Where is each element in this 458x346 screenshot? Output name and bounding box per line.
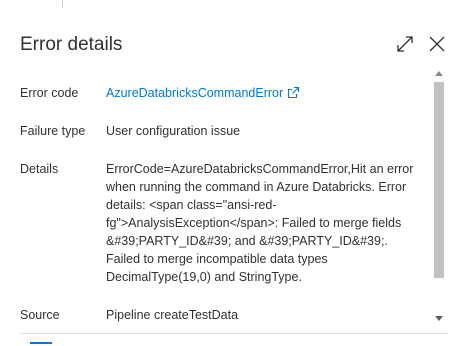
expand-diagonal-icon: [397, 36, 413, 52]
scroll-down-button[interactable]: [432, 312, 446, 326]
caret-down-icon: [435, 316, 443, 321]
error-details-content: Error code AzureDatabricksCommandError F…: [20, 66, 428, 326]
caret-up-icon: [435, 71, 443, 76]
source-label: Source: [20, 308, 60, 322]
expand-button[interactable]: [394, 33, 416, 55]
close-icon: [429, 36, 445, 52]
source-value: Pipeline createTestData: [106, 308, 239, 322]
scroll-up-button[interactable]: [432, 66, 446, 80]
failure-type-value: User configuration issue: [106, 124, 241, 138]
external-link-icon[interactable]: [287, 86, 300, 99]
tab-selection-indicator: [30, 342, 52, 344]
details-value: ErrorCode=AzureDatabricksCommandError,Hi…: [106, 162, 414, 284]
top-divider: [62, 0, 63, 8]
error-code-value: AzureDatabricksCommandError: [106, 84, 424, 102]
close-button[interactable]: [426, 33, 448, 55]
footer-divider: [20, 333, 448, 334]
scroll-thumb[interactable]: [434, 82, 444, 278]
vertical-scrollbar[interactable]: [432, 66, 446, 326]
details-label: Details: [20, 162, 59, 176]
error-code-label: Error code: [20, 86, 79, 100]
panel-title: Error details: [20, 34, 123, 55]
panel-header: Error details: [20, 32, 448, 58]
error-code-link[interactable]: AzureDatabricksCommandError: [106, 86, 283, 100]
failure-type-label: Failure type: [20, 124, 86, 138]
